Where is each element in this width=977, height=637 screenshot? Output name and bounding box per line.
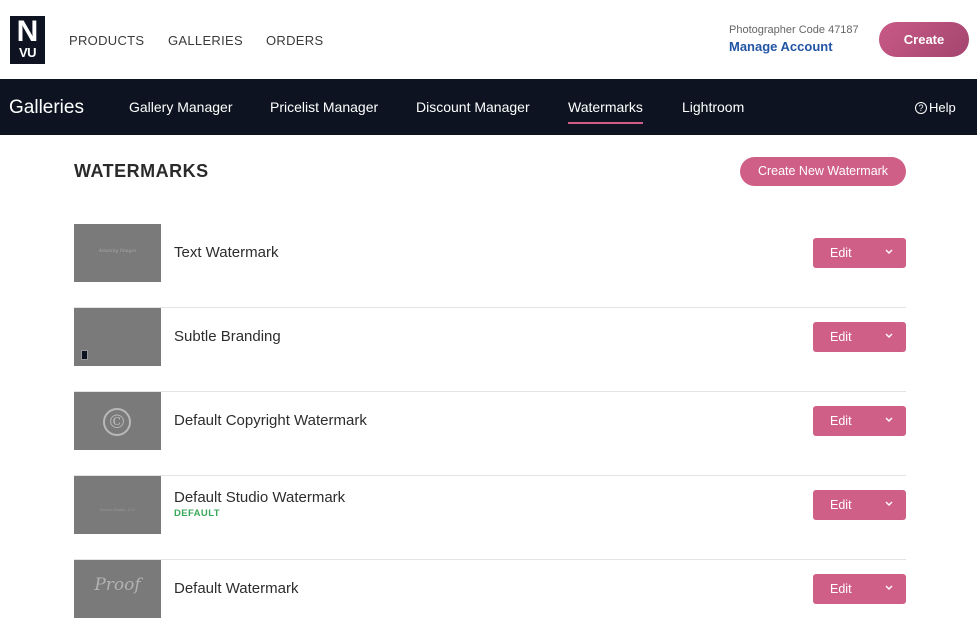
top-header: N VU PRODUCTS GALLERIES ORDERS Photograp… <box>0 0 977 79</box>
account-info: Photographer Code 47187 Manage Account <box>729 24 859 54</box>
edit-dropdown-button[interactable]: Edit <box>813 322 906 352</box>
branding-watermark-thumbnail <box>74 308 161 366</box>
help-link[interactable]: ? Help <box>915 100 956 115</box>
nav-galleries[interactable]: GALLERIES <box>168 33 243 48</box>
edit-label: Edit <box>830 330 852 344</box>
logo-letters-vu: VU <box>18 45 37 60</box>
watermark-row: Amazing Images Text Watermark Edit <box>74 224 906 308</box>
chevron-down-icon <box>885 333 893 338</box>
section-title[interactable]: Galleries <box>9 97 84 119</box>
chevron-down-icon <box>885 249 893 254</box>
tab-lightroom[interactable]: Lightroom <box>682 99 744 115</box>
studio-watermark-thumbnail: Sonora Studio, LLC <box>74 476 161 534</box>
tab-discount-manager[interactable]: Discount Manager <box>416 99 530 115</box>
galleries-nav-bar: Galleries Gallery Manager Pricelist Mana… <box>0 79 977 135</box>
text-watermark-thumbnail: Amazing Images <box>74 224 161 282</box>
watermark-row: Sonora Studio, LLC Default Studio Waterm… <box>74 476 906 560</box>
nav-orders[interactable]: ORDERS <box>266 33 323 48</box>
photographer-code: Photographer Code 47187 <box>729 24 859 36</box>
edit-dropdown-button[interactable]: Edit <box>813 406 906 436</box>
thumbnail-preview-text: Proof <box>94 575 141 595</box>
watermark-name: Text Watermark <box>174 244 279 261</box>
watermark-row: © Default Copyright Watermark Edit <box>74 392 906 476</box>
watermark-row: Proof Default Watermark Edit <box>74 560 906 637</box>
thumbnail-preview-text: Amazing Images <box>98 249 137 254</box>
chevron-down-icon <box>885 585 893 590</box>
tab-watermarks[interactable]: Watermarks <box>568 99 643 124</box>
chevron-down-icon <box>885 501 893 506</box>
copyright-icon: © <box>103 408 131 436</box>
nav-products[interactable]: PRODUCTS <box>69 33 144 48</box>
help-icon: ? <box>915 102 927 114</box>
mini-logo-mark <box>81 350 88 360</box>
watermark-name: Default Studio Watermark <box>174 489 346 506</box>
page-title: WATERMARKS <box>74 161 209 181</box>
chevron-down-icon <box>885 417 893 422</box>
create-button[interactable]: Create <box>879 22 969 57</box>
edit-dropdown-button[interactable]: Edit <box>813 490 906 520</box>
tab-pricelist-manager[interactable]: Pricelist Manager <box>270 99 378 115</box>
logo-letter-n: N <box>16 15 39 48</box>
tab-gallery-manager[interactable]: Gallery Manager <box>129 99 233 115</box>
create-new-watermark-button[interactable]: Create New Watermark <box>740 157 906 186</box>
watermark-name: Default Watermark <box>174 580 299 597</box>
default-badge: DEFAULT <box>174 508 220 519</box>
manage-account-link[interactable]: Manage Account <box>729 39 859 54</box>
help-label: Help <box>929 100 956 115</box>
edit-dropdown-button[interactable]: Edit <box>813 238 906 268</box>
nvu-logo[interactable]: N VU <box>10 16 45 64</box>
watermark-name: Subtle Branding <box>174 328 281 345</box>
watermark-row: Subtle Branding Edit <box>74 308 906 392</box>
edit-label: Edit <box>830 246 852 260</box>
watermark-name: Default Copyright Watermark <box>174 412 367 429</box>
proof-watermark-thumbnail: Proof <box>74 560 161 618</box>
edit-label: Edit <box>830 414 852 428</box>
edit-dropdown-button[interactable]: Edit <box>813 574 906 604</box>
edit-label: Edit <box>830 582 852 596</box>
copyright-watermark-thumbnail: © <box>74 392 161 450</box>
edit-label: Edit <box>830 498 852 512</box>
thumbnail-preview-text: Sonora Studio, LLC <box>99 508 136 512</box>
